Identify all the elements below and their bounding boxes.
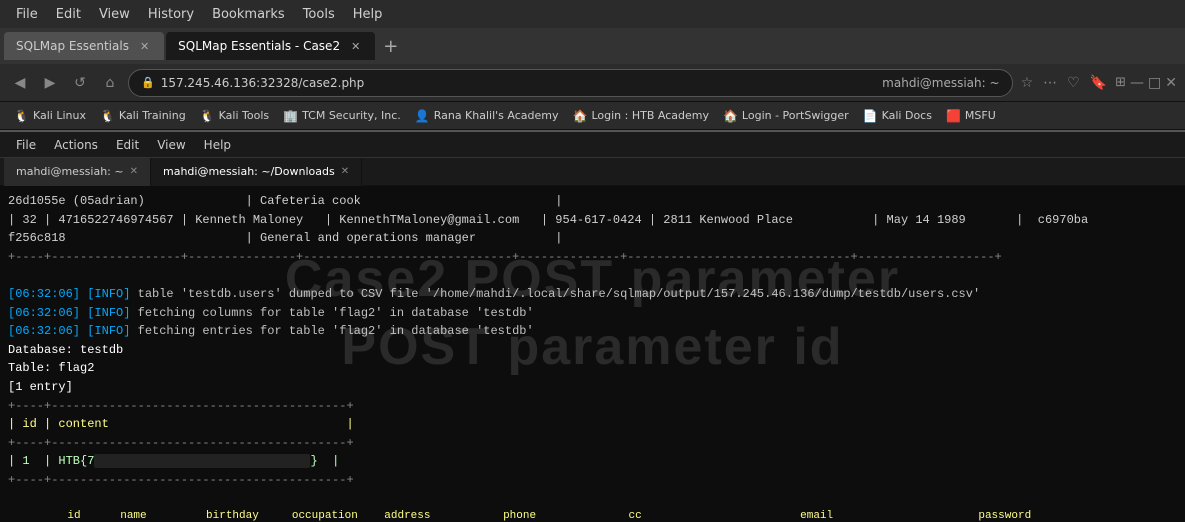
menu-tools[interactable]: Tools [295, 5, 343, 24]
term-tab-2-label: mahdi@messiah: ~/Downloads [163, 165, 335, 178]
bookmark-kali-docs[interactable]: 📄 Kali Docs [857, 107, 938, 125]
terminal-window: File Actions Edit View Help mahdi@messia… [0, 130, 1185, 522]
pocket-icon[interactable]: 🔖 [1088, 73, 1109, 93]
term-header: | id | content | [8, 415, 1177, 434]
term-info-1: [06:32:06] [INFO] table 'testdb.users' d… [8, 285, 1177, 304]
inner-menu-view[interactable]: View [149, 136, 193, 154]
maximize-button[interactable]: □ [1148, 75, 1161, 91]
kali-training-label: Kali Training [119, 109, 186, 122]
address-text: 157.245.46.136:32328/case2.php [161, 76, 876, 90]
term-info-3: [06:32:06] [INFO] fetching entries for t… [8, 322, 1177, 341]
address-url: 157.245.46.136:32328/case2.php [161, 76, 365, 90]
bookmark-portswigger[interactable]: 🏠 Login - PortSwigger [717, 107, 855, 125]
msfu-icon: 🟥 [946, 109, 961, 123]
term-info-2: [06:32:06] [INFO] fetching columns for t… [8, 304, 1177, 323]
menu-edit[interactable]: Edit [48, 5, 89, 24]
tab-2-label: SQLMap Essentials - Case2 [178, 39, 340, 53]
term-blank-1 [8, 266, 1177, 285]
tab-2-close[interactable]: ✕ [348, 39, 363, 54]
minimize-button[interactable]: — [1130, 75, 1144, 91]
rana-label: Rana Khalil's Academy [434, 109, 559, 122]
msfu-label: MSFU [965, 109, 996, 122]
menu-file[interactable]: File [8, 5, 46, 24]
term-flag-row: | 1 | HTB{7 } | [8, 452, 1177, 471]
portswigger-label: Login - PortSwigger [742, 109, 849, 122]
terminal-tab-1[interactable]: mahdi@messiah: ~ ✕ [4, 158, 151, 186]
inner-menu-help[interactable]: Help [196, 136, 239, 154]
back-button[interactable]: ◀ [8, 71, 32, 95]
user-info: mahdi@messiah: ~ [882, 76, 999, 90]
new-tab-button[interactable]: + [377, 36, 404, 57]
term-line-3: f256c818 | General and operations manage… [8, 229, 1177, 248]
inner-menu-file[interactable]: File [8, 136, 44, 154]
term-blank-2 [8, 490, 1177, 509]
terminal-tab-2[interactable]: mahdi@messiah: ~/Downloads ✕ [151, 158, 362, 186]
tab-1-label: SQLMap Essentials [16, 39, 129, 53]
term-line-1: 26d1055e (05adrian) | Cafeteria cook | [8, 192, 1177, 211]
bookmark-star-icon[interactable]: ☆ [1019, 73, 1036, 93]
tab-bar: SQLMap Essentials ✕ SQLMap Essentials - … [0, 28, 1185, 64]
bookmark-htb[interactable]: 🏠 Login : HTB Academy [567, 107, 715, 125]
htb-label: Login : HTB Academy [591, 109, 709, 122]
term-sep-2: +----+----------------------------------… [8, 397, 1177, 416]
inner-menu-bar: File Actions Edit View Help [0, 132, 1185, 158]
addon-icon[interactable]: ⋯ [1041, 73, 1059, 93]
term-line-db: Database: testdb [8, 341, 1177, 360]
kali-training-icon: 🐧 [100, 109, 115, 123]
tab-1-close[interactable]: ✕ [137, 39, 152, 54]
term-line-2: | 32 | 4716522746974567 | Kenneth Malone… [8, 211, 1177, 230]
reload-button[interactable]: ↺ [68, 71, 92, 95]
term-tab-1-close[interactable]: ✕ [130, 166, 138, 177]
tcm-icon: 🏢 [283, 109, 298, 123]
kali-linux-label: Kali Linux [33, 109, 86, 122]
term-sep-1: +----+------------------+---------------… [8, 248, 1177, 267]
term-sep-4: +----+----------------------------------… [8, 471, 1177, 490]
address-bar-row: ◀ ▶ ↺ ⌂ 🔒 157.245.46.136:32328/case2.php… [0, 64, 1185, 102]
addr-actions: ☆ ⋯ ♡ 🔖 [1019, 73, 1110, 93]
htb-icon: 🏠 [573, 109, 588, 123]
terminal-content: 26d1055e (05adrian) | Cafeteria cook | |… [8, 192, 1177, 522]
tab-manager-icon[interactable]: ⊞ [1115, 75, 1126, 90]
browser-tab-1[interactable]: SQLMap Essentials ✕ [4, 32, 164, 60]
menu-bookmarks[interactable]: Bookmarks [204, 5, 293, 24]
inner-menu-actions[interactable]: Actions [46, 136, 106, 154]
reader-icon[interactable]: ♡ [1065, 73, 1082, 93]
menu-view[interactable]: View [91, 5, 138, 24]
bookmark-msfu[interactable]: 🟥 MSFU [940, 107, 1002, 125]
term-tab-1-label: mahdi@messiah: ~ [16, 165, 124, 178]
menu-history[interactable]: History [140, 5, 202, 24]
bookmark-tcm[interactable]: 🏢 TCM Security, Inc. [277, 107, 407, 125]
kali-linux-icon: 🐧 [14, 109, 29, 123]
menu-help[interactable]: Help [345, 5, 391, 24]
lock-icon: 🔒 [141, 76, 155, 89]
menu-bar: File Edit View History Bookmarks Tools H… [0, 0, 1185, 28]
kali-tools-icon: 🐧 [200, 109, 215, 123]
bookmark-rana[interactable]: 👤 Rana Khalil's Academy [409, 107, 565, 125]
inner-menu-edit[interactable]: Edit [108, 136, 147, 154]
window-controls: ⊞ — □ ✕ [1115, 75, 1177, 91]
bookmark-kali-tools[interactable]: 🐧 Kali Tools [194, 107, 275, 125]
term-line-table: Table: flag2 [8, 359, 1177, 378]
close-button[interactable]: ✕ [1165, 75, 1177, 91]
address-box[interactable]: 🔒 157.245.46.136:32328/case2.php mahdi@m… [128, 69, 1013, 97]
terminal-tabs: mahdi@messiah: ~ ✕ mahdi@messiah: ~/Down… [0, 158, 1185, 186]
browser-tab-2[interactable]: SQLMap Essentials - Case2 ✕ [166, 32, 375, 60]
kali-tools-label: Kali Tools [219, 109, 269, 122]
kali-docs-icon: 📄 [863, 109, 878, 123]
term-line-entries: [1 entry] [8, 378, 1177, 397]
bookmark-kali-linux[interactable]: 🐧 Kali Linux [8, 107, 92, 125]
term-overlay-header: id name birthday occupation address phon… [8, 508, 1177, 522]
terminal-area[interactable]: Case2 POST parameter POST parameter id 2… [0, 186, 1185, 522]
browser-chrome: File Edit View History Bookmarks Tools H… [0, 0, 1185, 130]
bookmark-kali-training[interactable]: 🐧 Kali Training [94, 107, 192, 125]
bookmarks-bar: 🐧 Kali Linux 🐧 Kali Training 🐧 Kali Tool… [0, 102, 1185, 130]
term-tab-2-close[interactable]: ✕ [341, 166, 349, 177]
home-button[interactable]: ⌂ [98, 71, 122, 95]
kali-docs-label: Kali Docs [882, 109, 932, 122]
portswigger-icon: 🏠 [723, 109, 738, 123]
forward-button[interactable]: ▶ [38, 71, 62, 95]
rana-icon: 👤 [415, 109, 430, 123]
term-sep-3: +----+----------------------------------… [8, 434, 1177, 453]
tcm-label: TCM Security, Inc. [302, 109, 401, 122]
